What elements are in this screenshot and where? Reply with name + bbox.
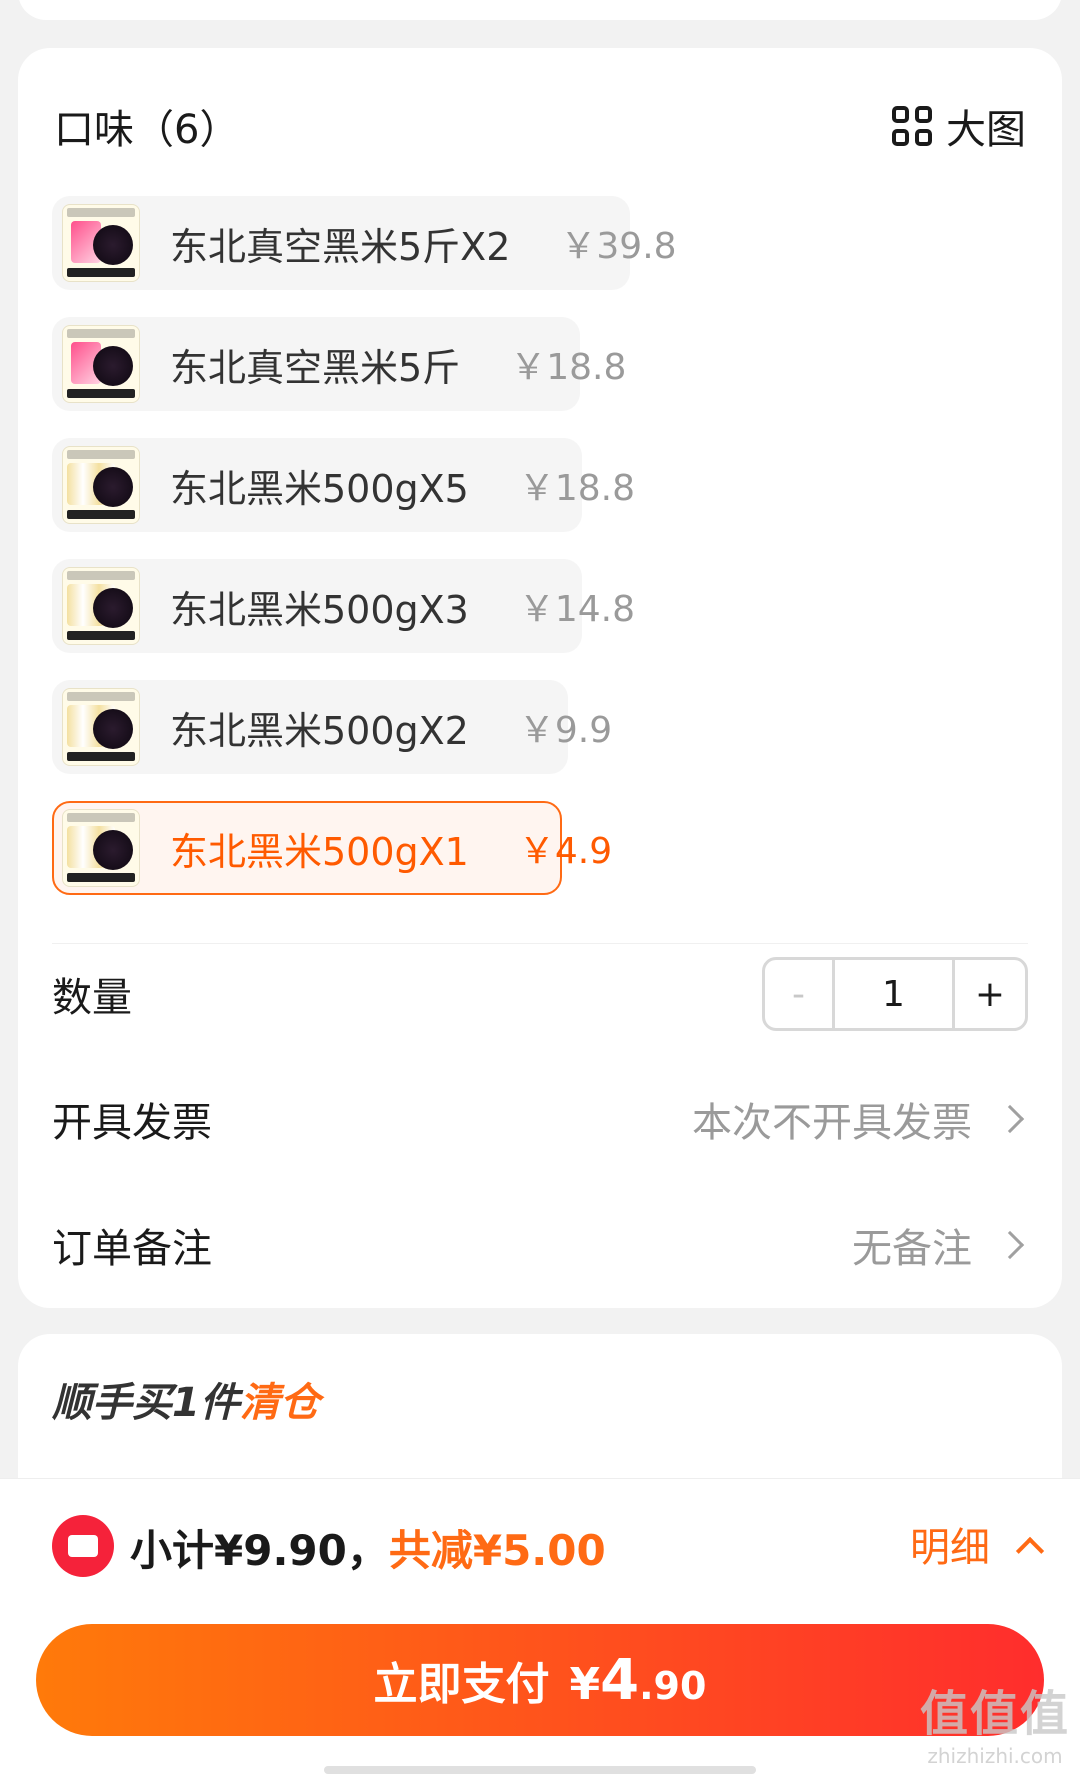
sku-name: 东北真空黑米5斤	[170, 345, 461, 390]
watermark-logo: 值值值	[919, 1686, 1070, 1742]
addon-highlight: 清仓	[239, 1380, 320, 1426]
quantity-value[interactable]: 1	[835, 960, 955, 1028]
invoice-label: 开具发票	[52, 1100, 212, 1146]
spec-card: 口味（6） 大图 东北真空黑米5斤X2 ￥39.8 东北真空黑米5斤 ￥18.8…	[18, 48, 1062, 1308]
subtotal: 小计¥9.90， 共减¥5.00	[130, 1517, 606, 1578]
invoice-value: 本次不开具发票	[692, 1090, 1028, 1148]
pay-now-button[interactable]: 立即支付 ¥4.90	[36, 1624, 1044, 1736]
quantity-label: 数量	[52, 975, 132, 1021]
addon-title-text: 顺手买1件	[52, 1380, 240, 1426]
sku-price: ￥18.8	[510, 347, 627, 388]
sku-price: ￥14.8	[518, 589, 636, 630]
sku-option-selected[interactable]: 东北黑米500gX1 ￥4.9	[52, 801, 612, 895]
sku-option[interactable]: 东北黑米500gX5 ￥18.8	[52, 438, 635, 532]
sku-price: ￥18.8	[518, 468, 636, 509]
sku-option[interactable]: 东北真空黑米5斤X2 ￥39.8	[52, 196, 677, 290]
big-view-toggle[interactable]: 大图	[892, 97, 1026, 155]
detail-label: 明细	[910, 1525, 990, 1571]
sku-thumbnail	[62, 567, 140, 645]
sku-option[interactable]: 东北黑米500gX3 ￥14.8	[52, 559, 635, 653]
sku-option[interactable]: 东北黑米500gX2 ￥9.9	[52, 680, 612, 774]
sku-thumbnail	[62, 325, 140, 403]
remark-row[interactable]: 订单备注 无备注	[52, 1205, 1028, 1285]
addon-title: 顺手买1件清仓	[52, 1370, 320, 1428]
sku-name: 东北黑米500gX3	[170, 587, 469, 632]
sku-name: 东北黑米500gX2	[170, 708, 469, 753]
grid-icon	[892, 106, 932, 146]
remark-value: 无备注	[852, 1216, 1028, 1274]
discount-text: 共减¥5.00	[388, 1526, 606, 1575]
pay-amount-int: 4	[600, 1647, 640, 1713]
flavor-header: 口味（6） 大图	[54, 96, 1026, 156]
invoice-row[interactable]: 开具发票 本次不开具发票	[52, 1079, 1028, 1159]
subtotal-text: 小计¥9.90，	[130, 1526, 389, 1575]
coupon-icon	[52, 1515, 114, 1577]
watermark-site: zhizhizhi.com	[927, 1744, 1063, 1768]
sku-price: ￥39.8	[560, 226, 677, 267]
sku-name: 东北真空黑米5斤X2	[170, 224, 511, 269]
quantity-row: 数量 - 1 +	[52, 954, 1028, 1034]
sku-list: 东北真空黑米5斤X2 ￥39.8 东北真空黑米5斤 ￥18.8 东北黑米500g…	[52, 196, 677, 922]
big-view-label: 大图	[946, 107, 1026, 153]
pay-amount: ¥4.90	[570, 1648, 707, 1713]
detail-toggle[interactable]: 明细	[910, 1515, 1045, 1573]
sku-price: ￥9.9	[518, 710, 613, 751]
sku-name: 东北黑米500gX1	[170, 829, 469, 874]
pay-label: 立即支付	[373, 1659, 550, 1710]
pay-amount-dec: .90	[639, 1663, 707, 1708]
checkout-bar: 小计¥9.90， 共减¥5.00 明细 立即支付 ¥4.90 值值值 zhizh…	[0, 1478, 1080, 1782]
increment-button[interactable]: +	[955, 960, 1025, 1028]
chevron-right-icon	[995, 1104, 1025, 1134]
home-indicator	[324, 1766, 756, 1774]
remark-value-text: 无备注	[852, 1226, 972, 1272]
divider	[52, 943, 1028, 944]
remark-label: 订单备注	[52, 1226, 212, 1272]
watermark: 值值值 zhizhizhi.com	[920, 1674, 1070, 1768]
sku-thumbnail	[62, 204, 140, 282]
previous-card-bottom	[18, 0, 1062, 20]
chevron-up-icon	[1015, 1536, 1045, 1566]
sku-option[interactable]: 东北真空黑米5斤 ￥18.8	[52, 317, 626, 411]
decrement-button[interactable]: -	[765, 960, 835, 1028]
sku-name: 东北黑米500gX5	[170, 466, 469, 511]
pay-currency: ¥	[569, 1658, 601, 1710]
quantity-stepper: - 1 +	[762, 957, 1028, 1031]
flavor-title: 口味（6）	[54, 107, 240, 153]
sku-price: ￥4.9	[518, 831, 613, 872]
chevron-right-icon	[995, 1230, 1025, 1260]
sku-thumbnail	[62, 446, 140, 524]
sku-thumbnail	[62, 809, 140, 887]
sku-thumbnail	[62, 688, 140, 766]
invoice-value-text: 本次不开具发票	[692, 1100, 972, 1146]
